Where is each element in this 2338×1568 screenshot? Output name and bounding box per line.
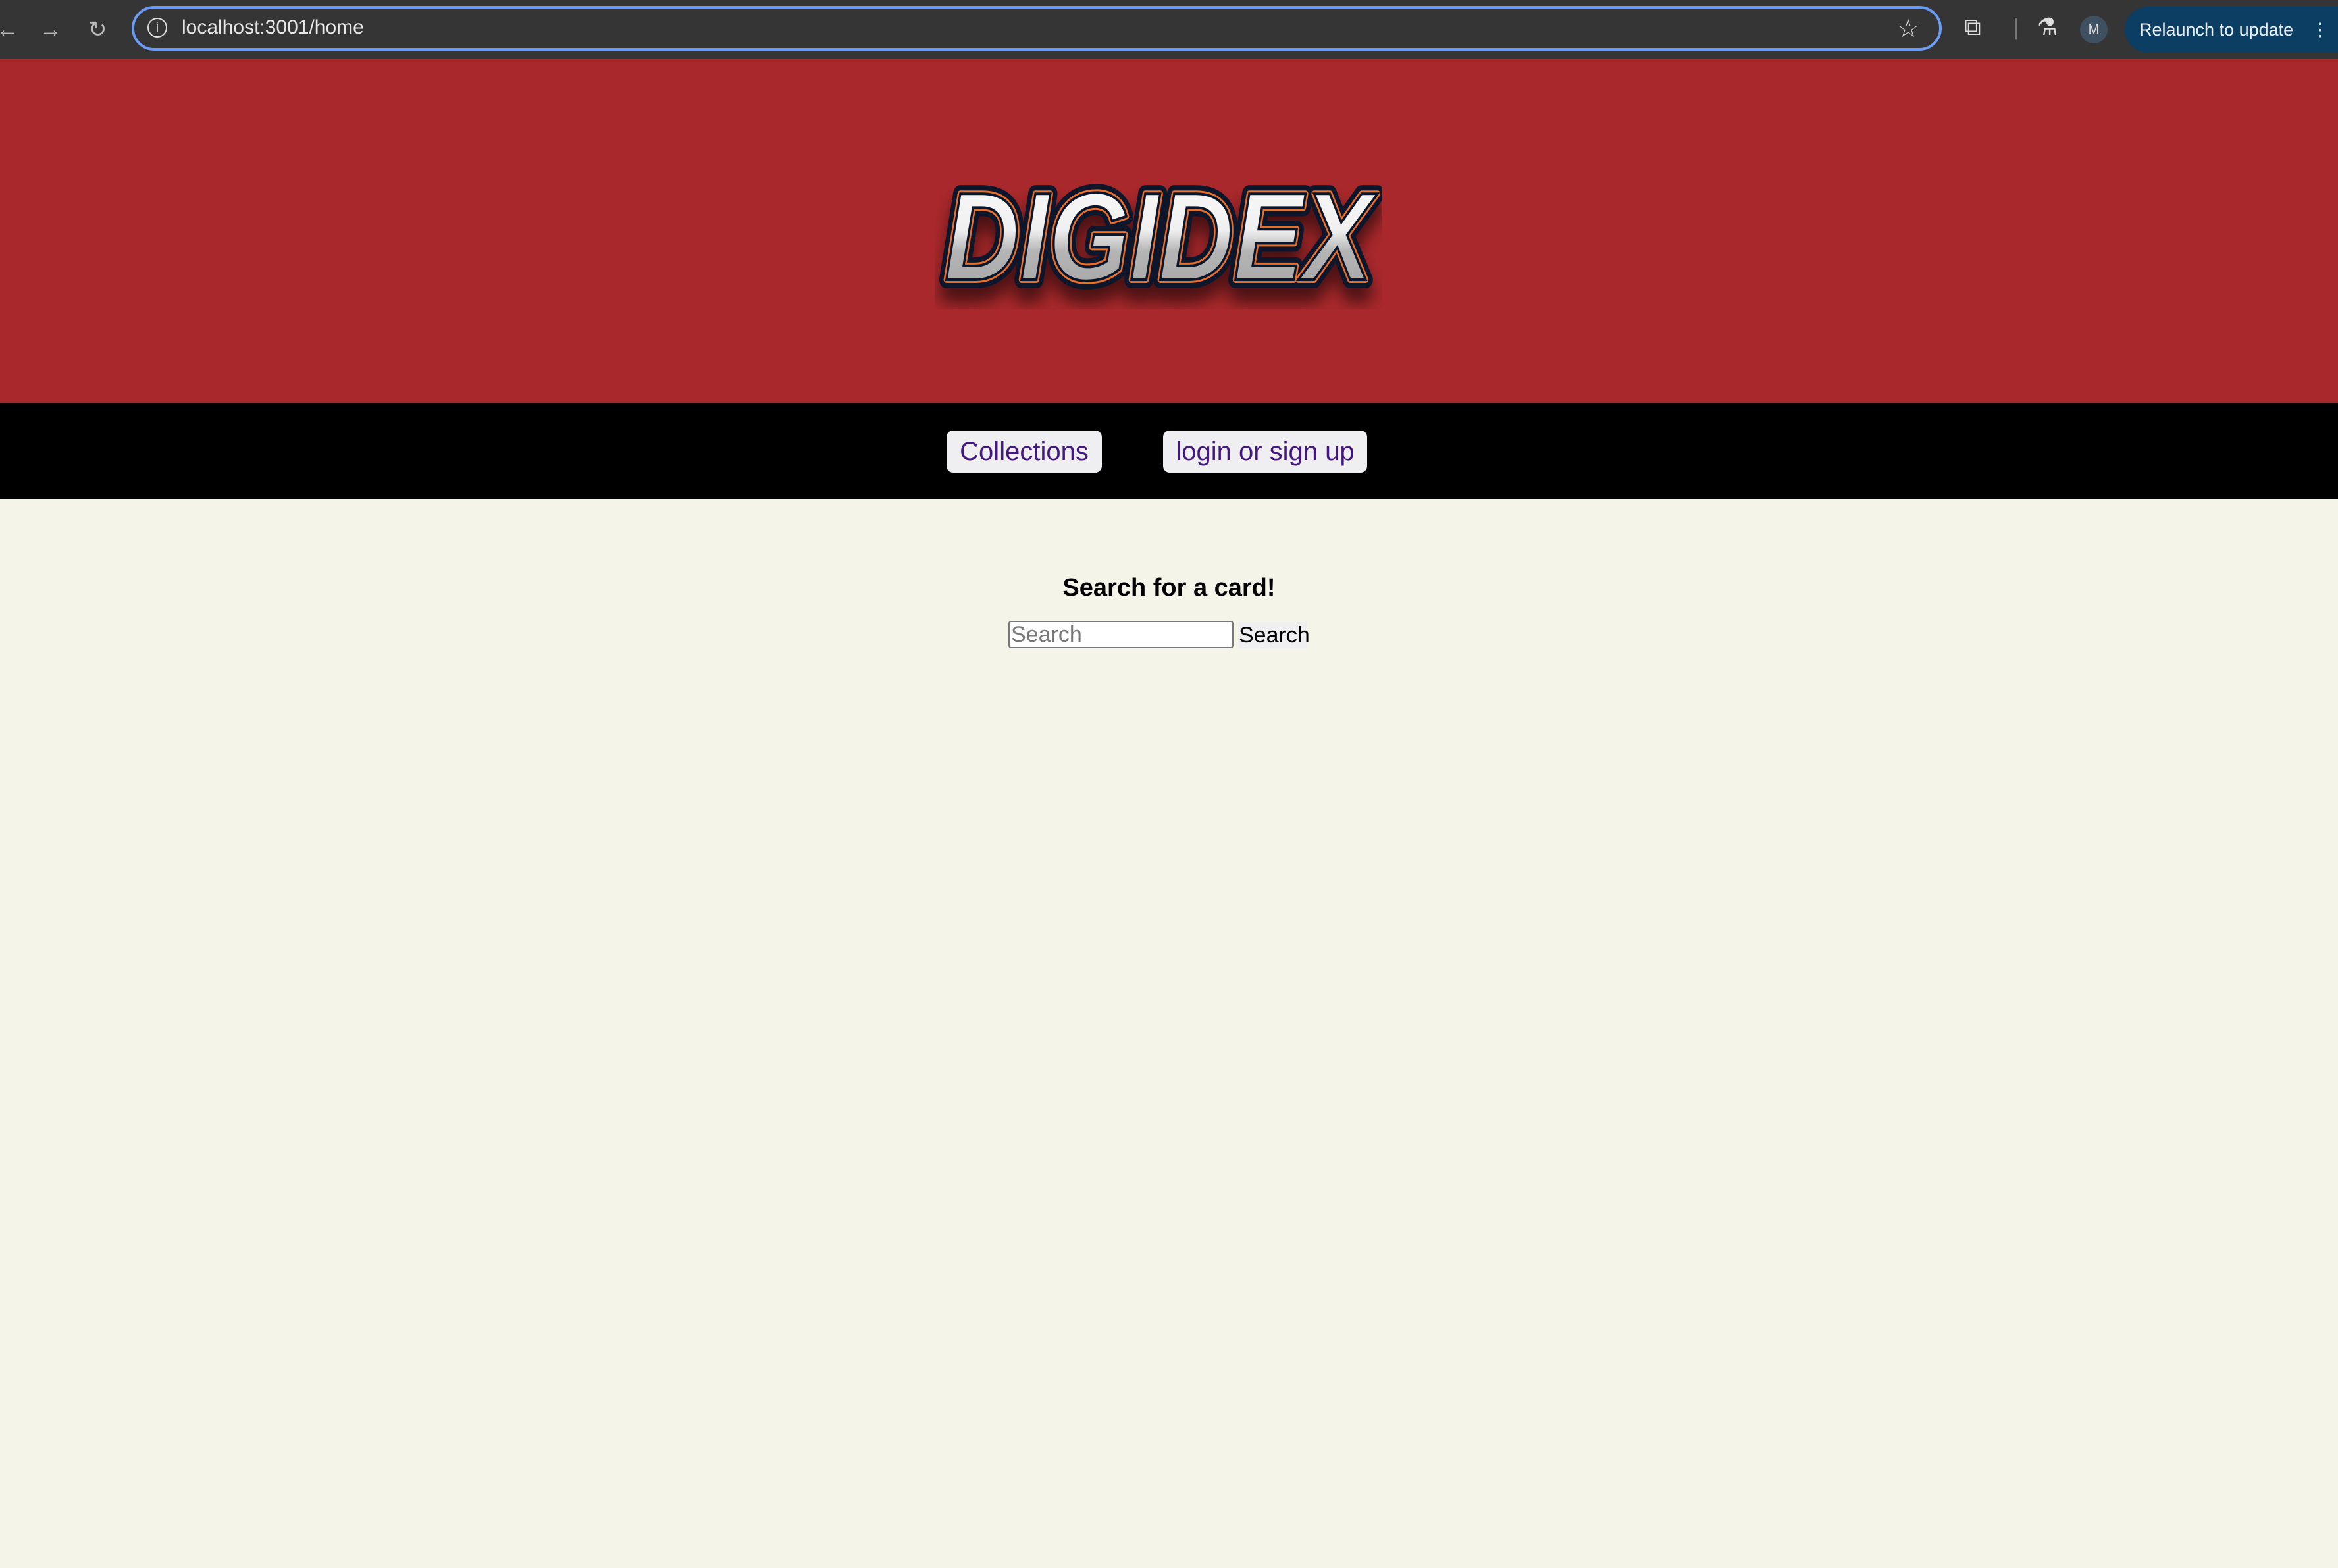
extensions-icon[interactable]: ⧉: [1964, 13, 1981, 41]
forward-icon[interactable]: →: [39, 14, 62, 45]
profile-avatar[interactable]: M: [2080, 16, 2108, 43]
reload-icon[interactable]: ↻: [88, 14, 107, 45]
login-signup-button[interactable]: login or sign up: [1163, 431, 1367, 473]
relaunch-label: Relaunch to update: [2139, 20, 2294, 39]
divider: |: [2013, 13, 2019, 40]
url-text[interactable]: localhost:3001/home: [182, 16, 364, 39]
bookmark-star-icon[interactable]: ☆: [1897, 14, 1919, 43]
collections-button[interactable]: Collections: [947, 431, 1102, 473]
search-button[interactable]: Search: [1239, 622, 1310, 648]
svg-text:DIGIDEX: DIGIDEX: [945, 167, 1378, 307]
relaunch-button[interactable]: Relaunch to update ⋮: [2125, 7, 2338, 53]
labs-flask-icon[interactable]: ⚗: [2037, 13, 2058, 41]
digidex-logo[interactable]: DIGIDEX DIGIDEX DIGIDEX: [935, 165, 1382, 309]
back-icon[interactable]: ←: [0, 14, 18, 45]
address-bar[interactable]: i localhost:3001/home ☆: [132, 6, 1942, 51]
search-heading: Search for a card!: [1062, 574, 1276, 602]
main-nav: Collections login or sign up: [0, 403, 2338, 499]
browser-toolbar: ← → ↻ i localhost:3001/home ☆ ⧉ | ⚗ M Re…: [0, 0, 2338, 59]
search-input[interactable]: [1008, 621, 1234, 648]
site-info-icon[interactable]: i: [147, 18, 167, 38]
more-menu-icon[interactable]: ⋮: [2311, 7, 2329, 53]
